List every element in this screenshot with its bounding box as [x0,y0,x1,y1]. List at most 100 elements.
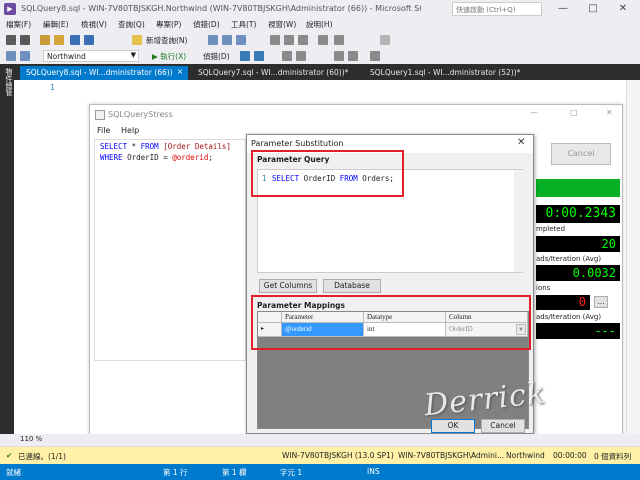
dialog-title: Parameter Substitution [251,139,344,148]
sqs-avg-seconds: 0.0032 [536,265,620,281]
database-select[interactable]: Northwind ▼ [43,50,139,62]
sqs-menu-file[interactable]: File [97,126,110,135]
sqs-exceptions-button[interactable]: ... [594,296,608,308]
zoom-bar: 110 % [14,434,640,446]
new-query-icon[interactable] [132,35,142,45]
sqs-maximize-icon[interactable]: □ [570,108,578,117]
tab-sqlquery1[interactable]: SQLQuery1.sql - WI...dministrator (52))* [364,66,532,80]
query-scrollbar[interactable] [514,170,523,272]
uncomment-icon[interactable] [348,51,358,61]
menu-bar: 檔案(F) 編輯(E) 檢視(V) 查詢(Q) 專案(P) 偵錯(D) 工具(T… [0,18,640,32]
menu-debug[interactable]: 偵錯(D) [193,19,220,30]
close-icon[interactable]: ✕ [608,0,638,18]
sqs-avg-label: ads/Iteration (Avg) [536,255,602,263]
menu-tools[interactable]: 工具(T) [231,19,256,30]
redo-icon[interactable] [334,35,344,45]
menu-project[interactable]: 專案(P) [156,19,181,30]
sqs-menu-help[interactable]: Help [121,126,139,135]
menu-query[interactable]: 查詢(Q) [118,19,145,30]
quick-launch-input[interactable]: 快速啟動 (Ctrl+Q) [452,2,542,16]
sqs-app-icon [95,110,105,120]
connection-status-bar: ✔ 已連線。(1/1) WIN-7V80TBJSKGH (13.0 SP1) W… [0,446,640,464]
sqs-title: SQLQueryStress [108,110,173,119]
sqs-cancel-button[interactable]: Cancel [551,143,611,165]
paste-icon[interactable] [298,35,308,45]
new-file-icon[interactable] [40,35,50,45]
toolbar-sql-editor: Northwind ▼ ▶ 執行(X) 偵錯(D) [0,48,640,64]
connection-status: 已連線。(1/1) [18,452,66,461]
sqs-query-line-2: WHERE OrderID = @orderid; [100,153,213,162]
menu-edit[interactable]: 編輯(E) [43,19,69,30]
user-name: WIN-7V80TBJSKGH\Admini... [398,451,505,460]
indent-icon[interactable] [370,51,380,61]
copy-icon[interactable] [284,35,294,45]
parse-icon[interactable] [240,51,250,61]
minimize-icon[interactable]: — [548,0,578,18]
save-all-icon[interactable] [84,35,94,45]
tab-sqlquery8[interactable]: SQLQuery8.sql - WI...dministrator (66)) … [20,66,188,80]
row-count: 0 個資料列 [594,452,632,461]
undo-icon[interactable] [318,35,328,45]
open-folder-icon[interactable] [54,35,64,45]
cut-icon[interactable] [270,35,280,45]
back-icon[interactable] [6,35,16,45]
server-name: WIN-7V80TBJSKGH (13.0 SP1) [282,451,394,460]
status-column: 第 1 欄 [222,468,247,477]
zoom-level[interactable]: 110 % [20,435,42,443]
mdx-query-icon[interactable] [236,35,246,45]
new-query-button[interactable]: 新增查詢(N) [146,35,187,46]
comment-icon[interactable] [334,51,344,61]
sqs-completed-label: mpleted [536,225,566,233]
menu-help[interactable]: 說明(H) [306,19,333,30]
window-title: SQLQuery8.sql - WIN-7V80TBJSKGH.Northwin… [21,4,421,13]
query-db-icon[interactable] [208,35,218,45]
connect-icon[interactable] [6,51,16,61]
database-button[interactable]: Database [323,279,381,293]
execute-button[interactable]: ▶ 執行(X) [152,51,186,62]
sqs-minimize-icon[interactable]: — [530,108,538,117]
sqs-iterations-completed: 20 [536,236,620,252]
sqs-exceptions-label: ions [536,284,551,292]
sqs-close-icon[interactable]: ✕ [606,108,613,117]
tab-sqlquery7[interactable]: SQLQuery7.sql - WI...dministrator (60))* [192,66,360,80]
tab-label: SQLQuery1.sql - WI...dministrator (52))* [370,68,521,77]
results-text-icon[interactable] [296,51,306,61]
save-icon[interactable] [70,35,80,45]
object-explorer-tab[interactable]: 物件總管 [0,64,14,434]
sqs-exceptions-count: 0 [536,295,590,310]
tab-label: SQLQuery8.sql - WI...dministrator (66)) [26,68,173,77]
status-bar: 就緒 第 1 行 第 1 欄 字元 1 INS [0,464,640,480]
current-database: Northwind [506,451,545,460]
find-icon[interactable] [380,35,390,45]
get-columns-button[interactable]: Get Columns [259,279,317,293]
editor-scrollbar[interactable] [626,80,640,434]
sqs-query-editor[interactable]: SELECT * FROM [Order Details] WHERE Orde… [94,139,246,361]
menu-window[interactable]: 視窗(W) [268,19,296,30]
sqs-elapsed-time: 0:00.2343 [536,205,620,223]
toolbar-standard: 新增查詢(N) [0,32,640,48]
close-tab-icon[interactable]: × [177,67,183,76]
database-select-value: Northwind [47,52,86,61]
forward-icon[interactable] [20,35,30,45]
change-connection-icon[interactable] [20,51,30,61]
title-bar: ▶ SQLQuery8.sql - WIN-7V80TBJSKGH.Northw… [0,0,640,18]
dialog-close-icon[interactable]: ✕ [517,137,525,148]
elapsed-time: 00:00:00 [553,451,587,460]
document-tab-bar: SQLQuery8.sql - WI...dministrator (66)) … [14,64,640,80]
menu-view[interactable]: 檢視(V) [81,19,107,30]
debug-button[interactable]: 偵錯(D) [203,51,230,62]
sqs-logical-label: ads/Iteration (Avg) [536,313,602,321]
results-grid-icon[interactable] [282,51,292,61]
dialog-cancel-button[interactable]: Cancel [481,419,525,433]
menu-file[interactable]: 檔案(F) [6,19,31,30]
highlight-box-mappings [251,295,531,350]
highlight-box-query [251,150,404,197]
display-plan-icon[interactable] [254,51,264,61]
maximize-icon[interactable]: □ [578,0,608,18]
sqs-progress-bar [536,179,620,197]
status-char: 字元 1 [280,468,303,477]
connected-icon: ✔ [6,451,13,460]
status-line: 第 1 行 [163,468,188,477]
analysis-query-icon[interactable] [222,35,232,45]
status-mode: INS [367,467,380,476]
